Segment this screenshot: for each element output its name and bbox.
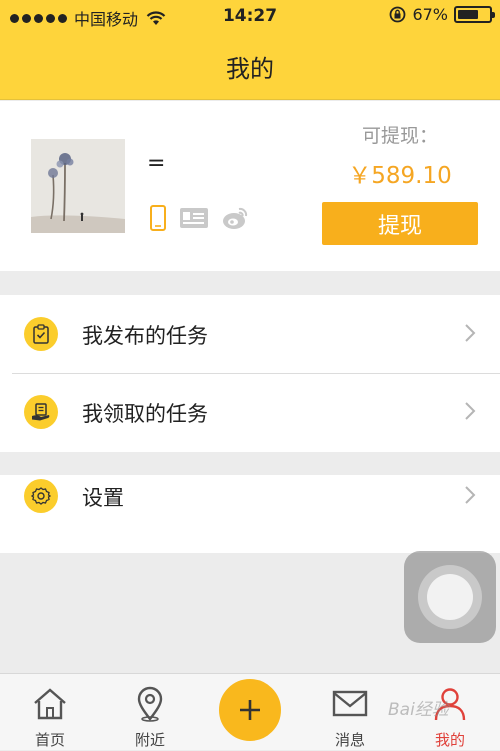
envelope-icon [332, 690, 368, 717]
status-right: 67% [389, 5, 495, 24]
chevron-right-icon [465, 486, 476, 504]
nav-bar: 我的 [0, 33, 500, 100]
assistive-touch-ring [418, 565, 482, 629]
menu-label-settings: 设置 [82, 486, 124, 510]
tab-label-nearby: 附近 [134, 731, 165, 749]
hand-document-icon [24, 395, 58, 429]
balance-value: ￥589.10 [348, 163, 452, 189]
status-bar: 中国移动 14:27 67% [0, 0, 500, 33]
settings-menu-group: 设置 [0, 475, 500, 553]
plus-icon [240, 700, 260, 720]
rotation-lock-icon [390, 6, 406, 23]
profile-card: = 可提现： ￥589.10 提现 [0, 101, 500, 271]
tab-label-messages: 消息 [334, 731, 365, 749]
username: = [147, 151, 166, 176]
location-pin-icon [137, 686, 163, 722]
chevron-right-icon [465, 324, 476, 342]
chevron-right-icon [465, 402, 476, 420]
tab-label-mine: 我的 [434, 731, 465, 749]
phone-verified-icon[interactable] [150, 205, 166, 231]
assistive-touch-button[interactable] [404, 551, 496, 643]
watermark: Bai经验 [388, 700, 449, 720]
menu-item-claimed-tasks[interactable]: 我领取的任务 [0, 373, 500, 451]
battery-percent: 67% [412, 5, 448, 24]
battery-icon [454, 6, 495, 23]
clipboard-check-icon [24, 317, 58, 351]
battery-level [458, 10, 479, 19]
id-card-icon[interactable] [180, 208, 208, 228]
tab-label-home: 首页 [34, 731, 65, 749]
tab-nearby[interactable]: 附近 [100, 674, 200, 751]
menu-label-claimed-tasks: 我领取的任务 [82, 402, 208, 426]
balance-label: 可提现： [361, 125, 438, 147]
page-title: 我的 [226, 54, 274, 83]
gear-icon [24, 479, 58, 513]
task-menu-group: 我发布的任务 我领取的任务 [0, 295, 500, 452]
avatar[interactable] [31, 139, 125, 233]
menu-item-settings[interactable]: 设置 [0, 457, 500, 535]
assistive-touch-core [427, 574, 473, 620]
weibo-icon[interactable] [222, 206, 248, 230]
verification-icons [150, 205, 248, 231]
home-icon [34, 688, 66, 720]
menu-label-published-tasks: 我发布的任务 [82, 324, 208, 348]
avatar-image [31, 139, 125, 233]
publish-task-button[interactable] [217, 677, 283, 743]
tab-messages[interactable]: 消息 [300, 674, 400, 751]
withdraw-button[interactable]: 提现 [322, 202, 478, 245]
menu-item-published-tasks[interactable]: 我发布的任务 [0, 295, 500, 373]
tab-home[interactable]: 首页 [0, 674, 100, 751]
